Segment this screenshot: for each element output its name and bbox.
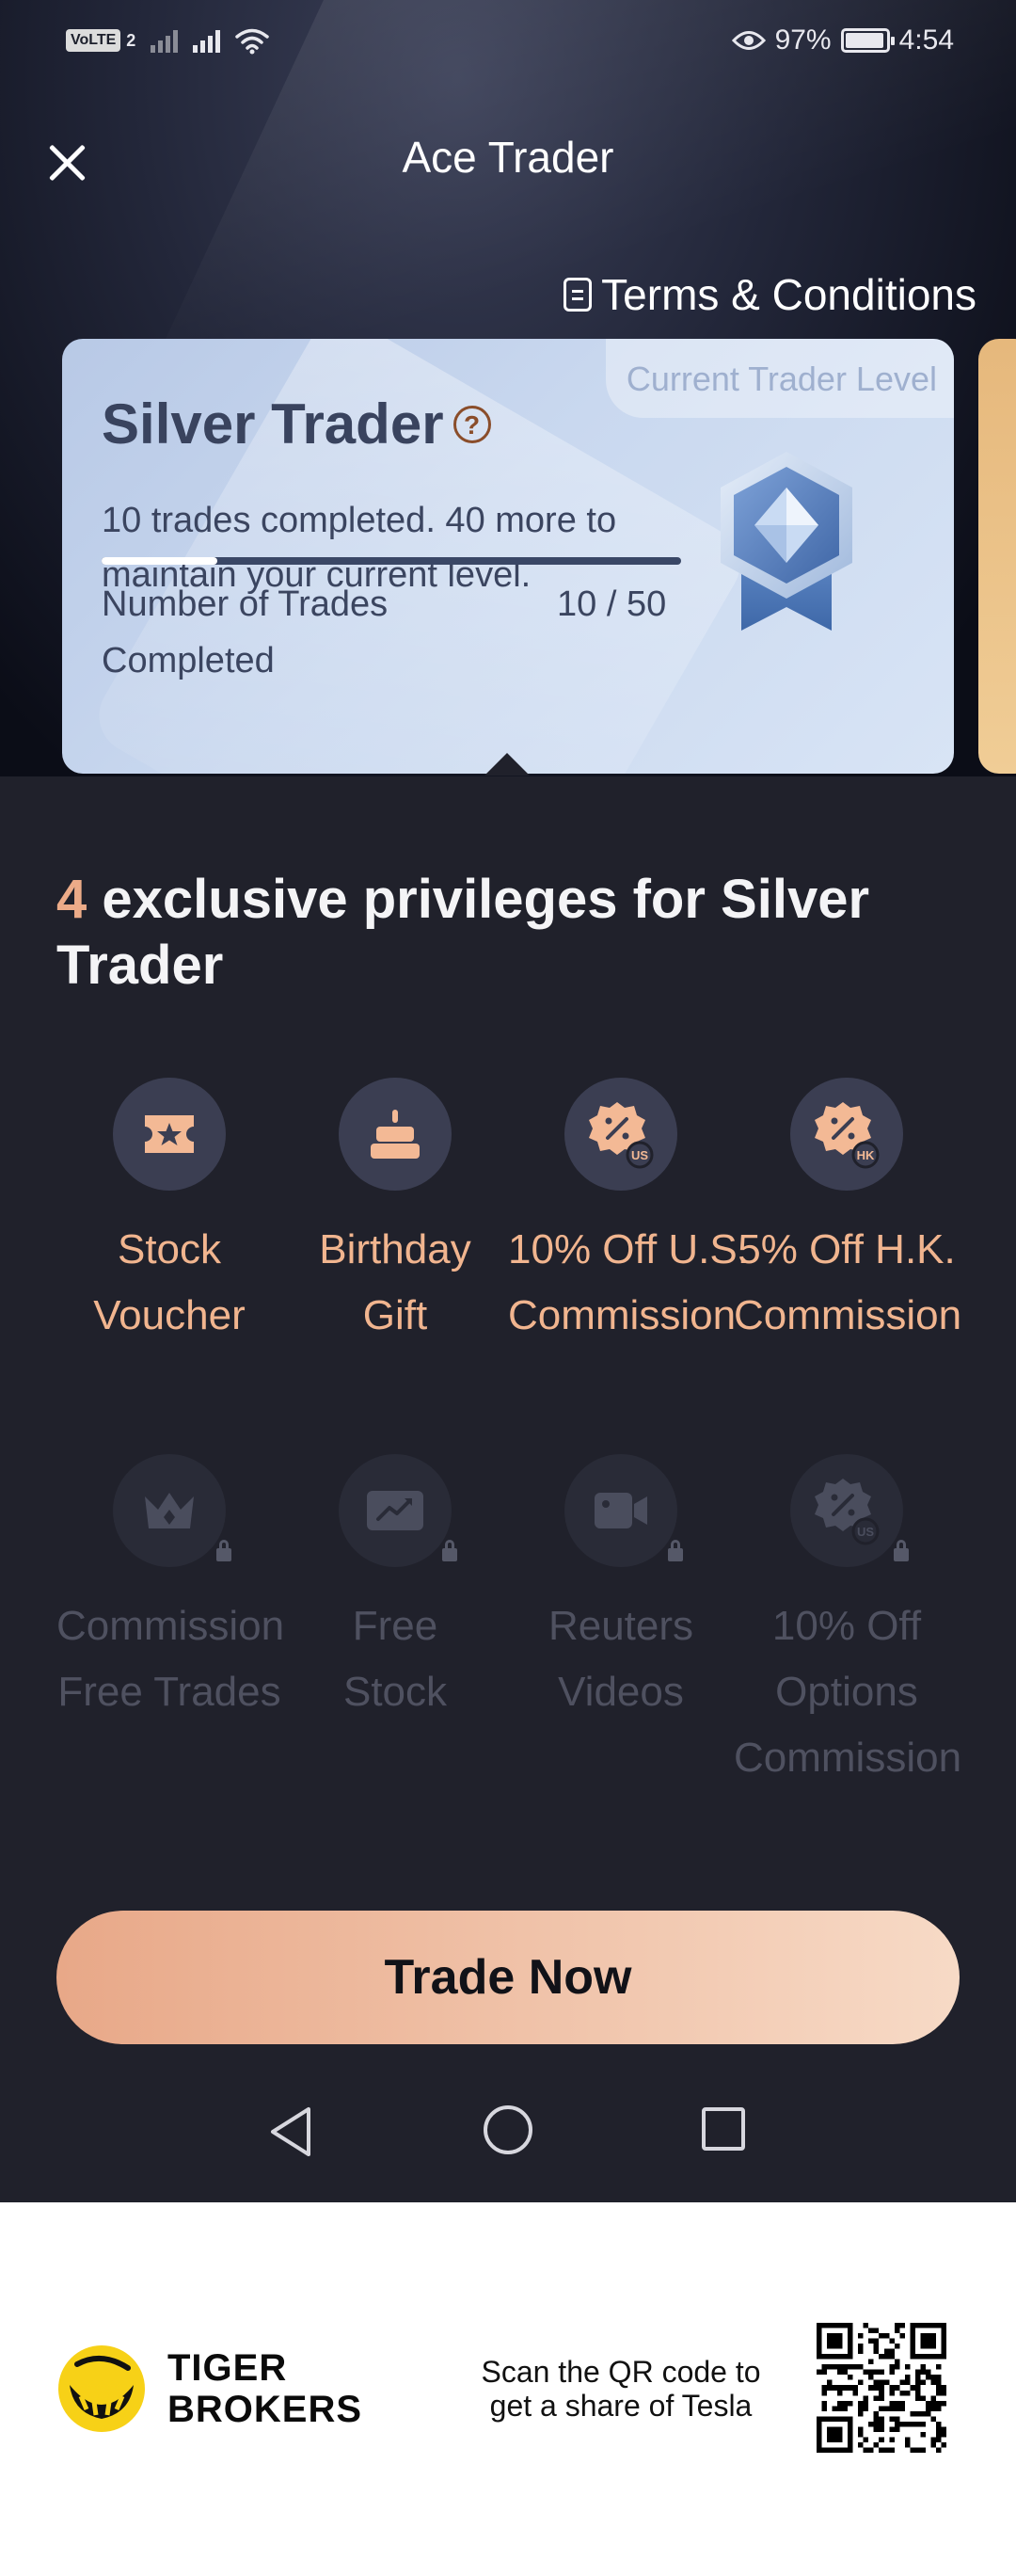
discount-us-icon: US bbox=[790, 1454, 909, 1567]
privilege-label-line2: Commission bbox=[734, 1292, 962, 1338]
back-icon[interactable] bbox=[267, 2105, 314, 2158]
terms-link[interactable]: Terms & Conditions bbox=[564, 269, 976, 320]
silver-medal-icon bbox=[721, 452, 852, 631]
volte-indicator: VoLTE bbox=[66, 29, 121, 52]
svg-text:US: US bbox=[857, 1525, 874, 1539]
trader-level-card[interactable]: Current Trader Level Silver Trader ? 10 … bbox=[62, 339, 954, 774]
privilege-hk-commission[interactable]: HK 5% Off H.K. Commission bbox=[734, 1078, 962, 1349]
unlocked-privileges-row: Stock Voucher Birthday Gift US 10% Off U… bbox=[0, 1078, 1016, 1349]
scan-caption: Scan the QR code to get a share of Tesla bbox=[452, 2355, 790, 2423]
level-name: Silver Trader bbox=[102, 392, 444, 456]
cake-icon bbox=[339, 1078, 452, 1191]
svg-text:HK: HK bbox=[857, 1148, 875, 1162]
video-camera-icon bbox=[564, 1454, 683, 1567]
privilege-label-line2: Gift bbox=[362, 1292, 428, 1338]
privileges-heading: 4 exclusive privileges for Silver Trader bbox=[56, 867, 960, 999]
svg-text:US: US bbox=[631, 1148, 648, 1162]
privilege-commission-free-trades[interactable]: Commission Free Trades bbox=[56, 1454, 285, 1791]
scan-caption-line2: get a share of Tesla bbox=[489, 2389, 753, 2423]
privilege-label-line2: Voucher bbox=[93, 1292, 246, 1338]
document-icon bbox=[564, 278, 593, 312]
privilege-birthday-gift[interactable]: Birthday Gift bbox=[282, 1078, 508, 1349]
discount-hk-icon: HK bbox=[790, 1078, 903, 1191]
privilege-label-line2: Commission bbox=[508, 1292, 737, 1338]
signal-icon bbox=[193, 28, 221, 53]
wifi-icon bbox=[235, 28, 270, 55]
home-icon[interactable] bbox=[484, 2105, 532, 2154]
system-nav-bar bbox=[0, 2085, 1016, 2179]
privilege-label-line1: Reuters bbox=[548, 1603, 694, 1649]
lock-icon bbox=[668, 1540, 683, 1561]
share-footer: TIGER BROKERS Scan the QR code to get a … bbox=[0, 2202, 1016, 2576]
privilege-label-line2: Stock bbox=[342, 1669, 448, 1715]
trades-progress-bar bbox=[102, 557, 681, 565]
trades-label: Number of Trades Completed bbox=[102, 584, 389, 680]
clock: 4:54 bbox=[898, 24, 954, 56]
qr-code bbox=[817, 2323, 946, 2453]
privileges-count: 4 bbox=[56, 869, 87, 930]
page-title: Ace Trader bbox=[402, 133, 614, 182]
top-bar: Ace Trader bbox=[0, 113, 1016, 207]
lock-icon bbox=[442, 1540, 457, 1561]
privilege-label-line1: 5% Off H.K. bbox=[738, 1226, 956, 1272]
privilege-label-line2: Free Trades bbox=[57, 1669, 281, 1715]
privilege-free-stock[interactable]: Free Stock bbox=[282, 1454, 508, 1791]
lock-icon bbox=[216, 1540, 231, 1561]
brand-line2: BROKERS bbox=[167, 2389, 363, 2430]
privilege-label-line1: Free bbox=[352, 1603, 438, 1649]
scan-caption-line1: Scan the QR code to bbox=[481, 2355, 761, 2389]
privilege-options-commission[interactable]: US 10% Off Options Commission bbox=[734, 1454, 962, 1791]
signal-icon bbox=[151, 28, 179, 53]
privilege-label-line1: Stock bbox=[117, 1226, 222, 1272]
tiger-brokers-logo: TIGER BROKERS bbox=[56, 2344, 362, 2434]
card-pointer bbox=[484, 753, 530, 776]
privileges-panel: 4 exclusive privileges for Silver Trader… bbox=[0, 776, 1016, 2202]
privilege-label-line1: 10% Off U.S. bbox=[508, 1226, 749, 1272]
crown-icon bbox=[113, 1454, 231, 1567]
privilege-label-line3: Commission bbox=[734, 1735, 962, 1781]
level-title-row: Silver Trader ? bbox=[102, 392, 491, 456]
tiger-logo-icon bbox=[58, 2345, 145, 2432]
privilege-label-line1: 10% Off bbox=[771, 1603, 922, 1649]
battery-icon bbox=[840, 28, 895, 53]
privilege-label-line1: Birthday bbox=[319, 1226, 471, 1272]
next-level-card-peek[interactable] bbox=[978, 339, 1016, 774]
trade-now-button[interactable]: Trade Now bbox=[56, 1911, 960, 2044]
privilege-label-line2: Options bbox=[775, 1669, 918, 1715]
locked-privileges-row: Commission Free Trades Free Stock Reuter… bbox=[0, 1454, 1016, 1791]
brand-line1: TIGER bbox=[167, 2347, 288, 2389]
battery-percent: 97% bbox=[774, 24, 832, 56]
lock-icon bbox=[894, 1540, 909, 1561]
privilege-label-line1: Commission bbox=[56, 1603, 285, 1649]
privilege-us-commission[interactable]: US 10% Off U.S. Commission bbox=[508, 1078, 749, 1349]
eye-icon bbox=[731, 31, 766, 50]
status-bar: VoLTE 2 97% 4:54 bbox=[0, 0, 1016, 85]
hero-section: VoLTE 2 97% 4:54 Ace Trader Terms & Cond… bbox=[0, 0, 1016, 781]
trend-chart-icon bbox=[339, 1454, 457, 1567]
terms-label: Terms & Conditions bbox=[601, 270, 976, 319]
recent-apps-icon[interactable] bbox=[702, 2107, 745, 2151]
ticket-star-icon bbox=[113, 1078, 226, 1191]
privilege-reuters-videos[interactable]: Reuters Videos bbox=[508, 1454, 734, 1791]
trades-value: 10 / 50 bbox=[557, 584, 667, 624]
privilege-label-line2: Videos bbox=[558, 1669, 684, 1715]
current-level-tag: Current Trader Level bbox=[605, 339, 954, 418]
help-icon[interactable]: ? bbox=[452, 405, 491, 443]
discount-us-icon: US bbox=[564, 1078, 677, 1191]
privilege-stock-voucher[interactable]: Stock Voucher bbox=[56, 1078, 282, 1349]
sim-indicator: 2 bbox=[126, 30, 136, 50]
privileges-heading-text: exclusive privileges for Silver Trader bbox=[56, 869, 870, 996]
